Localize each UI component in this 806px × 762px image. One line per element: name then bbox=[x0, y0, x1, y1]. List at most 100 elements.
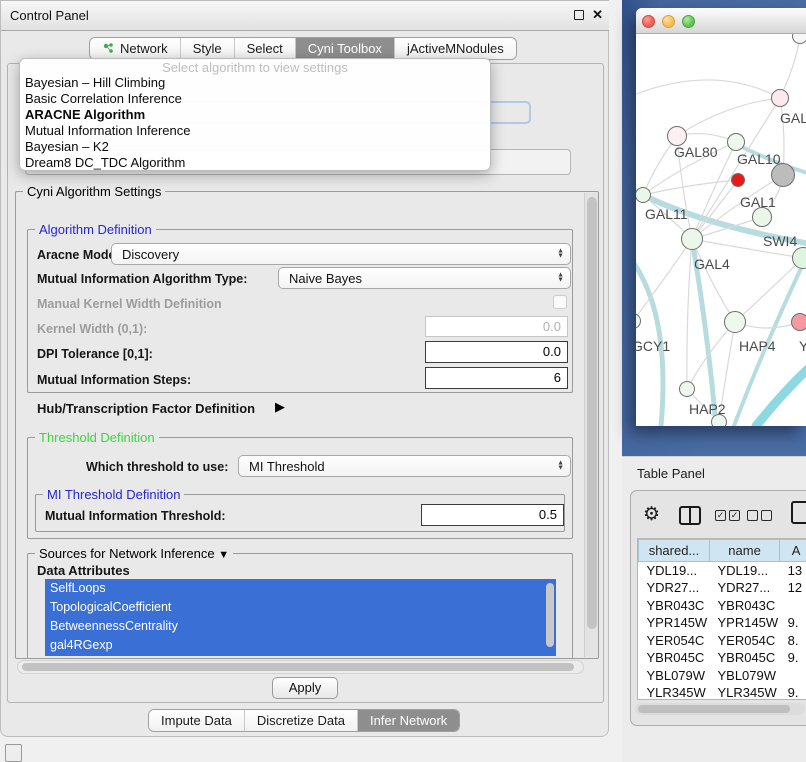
table-row[interactable]: YDR27...YDR27...12 bbox=[639, 579, 806, 597]
node-label: GAL80 bbox=[674, 144, 718, 160]
mi-threshold-label: Mutual Information Threshold: bbox=[45, 509, 226, 523]
table-row[interactable]: YLR345WYLR345W9. bbox=[639, 684, 806, 700]
tab-impute-data[interactable]: Impute Data bbox=[149, 710, 245, 731]
algorithm-option[interactable]: ARACNE Algorithm bbox=[20, 107, 490, 123]
control-panel-tabs: Network Style SelectCyni ToolboxjActiveMNo… bbox=[89, 37, 517, 60]
close-traffic-light-icon[interactable] bbox=[642, 15, 655, 28]
algorithm-dropdown-popup: Select algorithm to view settings Bayesi… bbox=[19, 58, 491, 171]
algorithm-option[interactable]: Bayesian – Hill Climbing bbox=[20, 75, 490, 91]
table-cell: 9. bbox=[780, 649, 806, 667]
deselect-all-icon[interactable] bbox=[747, 510, 772, 521]
popup-item-list: Bayesian – Hill ClimbingBasic Correlatio… bbox=[20, 75, 490, 171]
scrollbar-thumb[interactable] bbox=[587, 197, 597, 629]
network-node-gal80[interactable] bbox=[667, 126, 687, 146]
table-cell: 9. bbox=[780, 614, 806, 632]
column-layout-icon[interactable] bbox=[679, 506, 701, 525]
tab-select[interactable]: Select bbox=[235, 38, 296, 59]
scrollbar-thumb[interactable] bbox=[638, 705, 790, 713]
algorithm-option[interactable]: Dream8 DC_TDC Algorithm bbox=[20, 155, 490, 171]
kernel-width-field[interactable]: 0.0 bbox=[425, 316, 568, 337]
table-cell: YPR145W bbox=[709, 614, 779, 632]
mi-steps-field[interactable]: 6 bbox=[425, 367, 568, 389]
attribute-item-selected[interactable]: gal4RGexp bbox=[45, 636, 556, 655]
algorithm-option[interactable]: Bayesian – K2 bbox=[20, 139, 490, 155]
settings-horizontal-scrollbar[interactable] bbox=[17, 660, 584, 674]
tab-jactivemnodules[interactable]: jActiveMNodules bbox=[395, 38, 516, 59]
table-cell: YBR043C bbox=[709, 597, 779, 615]
network-view-window[interactable]: GALGAL80GAL10GAL1GAL11SWI4GAL4GCY1HAP4YH… bbox=[636, 8, 806, 426]
attribute-item-selected[interactable]: SelfLoops bbox=[45, 579, 556, 598]
network-window-titlebar[interactable] bbox=[636, 8, 806, 34]
table-row[interactable]: YPR145WYPR145W9. bbox=[639, 614, 806, 632]
float-window-icon[interactable] bbox=[574, 10, 584, 20]
tab-label: Discretize Data bbox=[257, 713, 345, 728]
algorithm-option[interactable]: Basic Correlation Inference bbox=[20, 91, 490, 107]
zoom-traffic-light-icon[interactable] bbox=[682, 15, 695, 28]
tab-network[interactable]: Network bbox=[90, 38, 181, 59]
table-row[interactable]: YDL19...YDL19...13 bbox=[639, 562, 806, 580]
hub-definition-label: Hub/Transcription Factor Definition bbox=[37, 401, 255, 416]
mi-threshold-field[interactable]: 0.5 bbox=[421, 504, 564, 526]
table-cell: 9. bbox=[780, 684, 806, 700]
panel-title: Control Panel bbox=[10, 8, 89, 23]
panel-divider[interactable] bbox=[609, 0, 622, 762]
aracne-mode-select[interactable]: Discovery ▲▼ bbox=[111, 243, 571, 265]
data-attributes-list[interactable]: SelfLoopsTopologicalCoefficientBetweenne… bbox=[45, 579, 556, 656]
network-icon bbox=[102, 42, 115, 55]
select-all-icon[interactable]: ✓ ✓ bbox=[715, 510, 740, 521]
attribute-item-selected[interactable]: TopologicalCoefficient bbox=[45, 598, 556, 617]
minimize-traffic-light-icon[interactable] bbox=[662, 15, 675, 28]
manual-kernel-checkbox[interactable] bbox=[553, 295, 567, 309]
column-header[interactable]: name bbox=[709, 540, 779, 562]
attributes-scrollbar-thumb[interactable] bbox=[546, 583, 554, 647]
tab-label: Network bbox=[120, 41, 168, 56]
mi-type-select[interactable]: Naive Bayes ▲▼ bbox=[278, 267, 571, 289]
network-node-gal1[interactable] bbox=[752, 207, 772, 227]
network-node-gal10[interactable] bbox=[727, 133, 745, 151]
attribute-item-selected[interactable]: BetweennessCentrality bbox=[45, 617, 556, 636]
table-row[interactable]: YER054CYER054C8. bbox=[639, 632, 806, 650]
tab-infer-network[interactable]: Infer Network bbox=[358, 710, 459, 731]
network-node-hap4[interactable] bbox=[724, 311, 746, 333]
which-threshold-label: Which threshold to use: bbox=[86, 460, 228, 474]
collapse-arrow-icon[interactable]: ▼ bbox=[218, 549, 229, 561]
network-node[interactable] bbox=[711, 414, 727, 426]
network-node[interactable] bbox=[771, 163, 795, 187]
stepper-arrows-icon: ▲▼ bbox=[557, 274, 564, 283]
node-label: GAL bbox=[780, 110, 806, 126]
network-node-hap2[interactable] bbox=[679, 381, 695, 397]
network-node-gal[interactable] bbox=[771, 89, 789, 107]
tab-cyni-toolbox[interactable]: Cyni Toolbox bbox=[296, 38, 395, 59]
table-cell: YDL19... bbox=[639, 562, 710, 580]
hub-expand-arrow-icon[interactable]: ▶ bbox=[275, 399, 285, 415]
table-cell: YBL079W bbox=[709, 667, 779, 685]
scrollbar-thumb[interactable] bbox=[22, 663, 574, 671]
dpi-tolerance-field[interactable]: 0.0 bbox=[425, 341, 568, 363]
node-table-grid: shared...nameAYDL19...YDL19...13YDR27...… bbox=[638, 539, 806, 700]
table-cell: YBL079W bbox=[639, 667, 710, 685]
restore-panel-icon[interactable] bbox=[5, 744, 22, 762]
tab-label: Style bbox=[193, 41, 222, 56]
table-row[interactable]: YBR045CYBR045C9. bbox=[639, 649, 806, 667]
table-horizontal-scrollbar[interactable] bbox=[635, 703, 805, 715]
mi-steps-label: Mutual Information Steps: bbox=[37, 373, 191, 387]
gear-icon[interactable]: ⚙ bbox=[643, 503, 660, 526]
network-node[interactable] bbox=[731, 173, 745, 187]
close-icon[interactable]: ✕ bbox=[592, 7, 603, 23]
column-header[interactable]: A bbox=[780, 540, 806, 562]
node-table[interactable]: shared...nameAYDL19...YDL19...13YDR27...… bbox=[637, 538, 806, 700]
apply-button[interactable]: Apply bbox=[272, 677, 338, 699]
which-threshold-select[interactable]: MI Threshold ▲▼ bbox=[238, 455, 571, 477]
tab-discretize-data[interactable]: Discretize Data bbox=[245, 710, 358, 731]
network-canvas[interactable]: GALGAL80GAL10GAL1GAL11SWI4GAL4GCY1HAP4YH… bbox=[636, 34, 806, 426]
table-row[interactable]: YBR043CYBR043C bbox=[639, 597, 806, 615]
network-node-gal4[interactable] bbox=[681, 228, 703, 250]
table-row[interactable]: YBL079WYBL079W bbox=[639, 667, 806, 685]
table-panel-title: Table Panel bbox=[637, 466, 705, 481]
column-header[interactable]: shared... bbox=[639, 540, 710, 562]
tab-style[interactable]: Style bbox=[181, 38, 235, 59]
algorithm-option[interactable]: Mutual Information Inference bbox=[20, 123, 490, 139]
network-node-y[interactable] bbox=[791, 313, 806, 331]
function-builder-icon[interactable] bbox=[791, 501, 806, 524]
settings-vertical-scrollbar[interactable] bbox=[584, 193, 598, 657]
